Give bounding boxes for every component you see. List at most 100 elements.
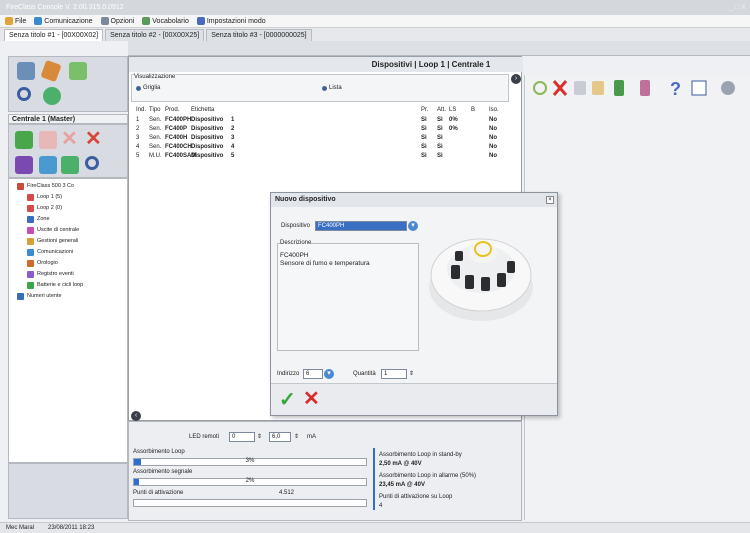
griglia-radio[interactable] <box>136 85 141 91</box>
tree-item[interactable]: Numeri utente <box>15 291 127 302</box>
delete-light-icon[interactable]: ✕ <box>61 129 79 149</box>
tree-item[interactable]: Batterie e cicli loop <box>15 280 127 291</box>
lista-option[interactable]: Lista <box>322 85 342 91</box>
paste-icon[interactable] <box>592 81 604 95</box>
communication-icon <box>34 17 43 25</box>
tree-item[interactable]: Uscite di centrale <box>15 225 127 236</box>
dialog-close-button[interactable]: × <box>546 196 554 204</box>
table-row[interactable]: 1 Sen. FC400PH Dispositivo 1 Sì Sì 0% No <box>131 117 511 126</box>
device-up-icon[interactable] <box>614 80 624 96</box>
document-tabs: Senza titolo #1 - [00X00X02] Senza titol… <box>0 28 750 41</box>
menu-file-label: File <box>15 17 27 25</box>
table-cell: 4 <box>136 144 140 150</box>
help-icon[interactable]: ? <box>670 79 681 99</box>
led-stepper-arrows-icon[interactable]: ⇕ <box>257 433 262 440</box>
close-icon[interactable] <box>552 80 568 96</box>
tree-item[interactable]: Comunicazioni <box>15 247 127 258</box>
grid-header-cell[interactable]: Pr. <box>421 107 428 113</box>
nuovo-dispositivo-dialog: Nuovo dispositivo × Dispositivo FC400PH … <box>270 192 558 416</box>
menu-opzioni[interactable]: Opzioni <box>100 17 134 25</box>
quantita-arrows-icon[interactable]: ⇕ <box>409 370 414 377</box>
tools-icon[interactable] <box>15 156 33 174</box>
tree-item[interactable]: Loop 1 (5) <box>15 192 127 203</box>
grid-header-cell[interactable]: Prod. <box>165 107 179 113</box>
tree-item[interactable]: Gestioni generali <box>15 236 127 247</box>
grid-header-cell[interactable]: B <box>471 107 475 113</box>
tree-item[interactable]: Loop 2 (0) <box>15 203 127 214</box>
tree-item[interactable]: FireClass 500 3 Co <box>15 181 127 192</box>
punti-loop-label: Punti di attivazione su Loop <box>379 494 453 500</box>
settings-wheel-icon[interactable] <box>721 81 735 95</box>
edit-icon[interactable] <box>40 59 62 83</box>
device-down-icon[interactable] <box>640 80 650 96</box>
status-datetime: 23/08/2011 18:23 <box>48 525 95 531</box>
grid-header-cell[interactable]: LS <box>449 107 456 113</box>
table-cell: No <box>489 126 497 132</box>
tree-item-icon <box>27 238 34 245</box>
tree-item-icon <box>17 293 24 300</box>
grid-header-cell[interactable]: Ind. <box>136 107 146 113</box>
lista-radio[interactable] <box>322 85 327 91</box>
copy-disabled-icon[interactable] <box>574 81 586 95</box>
device-image <box>429 238 533 321</box>
download-icon[interactable] <box>61 156 79 174</box>
quantita-stepper[interactable]: 1 <box>381 369 407 379</box>
dispositivo-dropdown-icon[interactable]: ▾ <box>408 221 418 231</box>
window-controls[interactable]: _ □ X <box>729 0 746 15</box>
add-device-icon[interactable] <box>15 131 33 149</box>
list-icon[interactable] <box>691 80 707 96</box>
tab-document-2[interactable]: Senza titolo #2 - [00X00X25] <box>105 29 205 41</box>
led-remoti-stepper[interactable]: 0 <box>229 432 255 442</box>
allarme-label: Assorbimento Loop in allarme (50%) <box>379 473 477 479</box>
left-toolbar-bottom: ✕ ✕ <box>8 124 128 178</box>
table-cell: Dispositivo <box>191 144 224 150</box>
expand-bottom-icon[interactable]: ‹ <box>131 411 141 421</box>
table-cell: FC400CH <box>165 144 192 150</box>
collapse-right-icon[interactable]: › <box>511 74 521 84</box>
upload-icon[interactable] <box>39 156 57 174</box>
tree-item[interactable]: Registro eventi <box>15 269 127 280</box>
indirizzo-input[interactable]: 6 <box>303 369 323 379</box>
table-row[interactable]: 2 Sen. FC400P Dispositivo 2 Sì Sì 0% No <box>131 126 511 135</box>
menu-comunicazione-label: Comunicazione <box>44 17 93 25</box>
menu-vocabolario[interactable]: Vocabolario <box>142 17 189 25</box>
tree-item-label: Uscite di centrale <box>37 227 80 233</box>
tab-document-1[interactable]: Senza titolo #1 - [00X00X02] <box>4 29 104 41</box>
confirm-button[interactable]: ✓ <box>279 387 296 412</box>
confirm-icon[interactable] <box>533 81 547 95</box>
table-row[interactable]: 3 Sen. FC400H Dispositivo 3 Sì Sì No <box>131 135 511 144</box>
tree-item[interactable]: Zone <box>15 214 127 225</box>
table-cell: No <box>489 117 497 123</box>
griglia-option[interactable]: Griglia <box>136 85 160 91</box>
refresh-icon[interactable] <box>43 87 61 105</box>
table-cell: Sen. <box>149 135 162 141</box>
left-bottom-panel <box>8 463 128 519</box>
find-icon[interactable] <box>85 156 99 170</box>
table-row[interactable]: 5 M.U. FC400SAM Dispositivo 5 Sì Sì No <box>131 153 511 162</box>
dispositivo-select[interactable]: FC400PH <box>315 221 407 231</box>
tree-item-icon <box>17 183 24 190</box>
menu-vocabolario-label: Vocabolario <box>152 17 189 25</box>
ma-stepper[interactable]: 6,0 <box>269 432 291 442</box>
indirizzo-dropdown-icon[interactable]: ▾ <box>324 369 334 379</box>
delete-icon[interactable]: ✕ <box>85 129 103 149</box>
search-icon[interactable] <box>17 87 31 101</box>
table-row[interactable]: 4 Sen. FC400CH Dispositivo 4 Sì Sì No <box>131 144 511 153</box>
menu-file[interactable]: File <box>5 17 26 25</box>
grid-header-cell[interactable]: Iso. <box>489 107 499 113</box>
tab-document-3[interactable]: Senza titolo #3 - [0000000025] <box>206 29 312 41</box>
tree-item[interactable]: Orologio <box>15 258 127 269</box>
ma-stepper-arrows-icon[interactable]: ⇕ <box>294 433 299 440</box>
assorbimento-segnale-label: Assorbimento segnale <box>133 469 193 475</box>
open-panel-icon[interactable] <box>17 62 35 80</box>
tree-item-label: Numeri utente <box>27 293 62 299</box>
grid-header-cell[interactable]: Tipo <box>149 107 160 113</box>
grid-header-cell[interactable]: Etichetta <box>191 107 214 113</box>
copy-icon[interactable] <box>39 131 57 149</box>
menu-comunicazione[interactable]: Comunicazione <box>34 17 93 25</box>
grid-header-cell[interactable]: Att. <box>437 107 446 113</box>
right-toolbar-icons: ? <box>533 79 735 99</box>
document-icon[interactable] <box>69 62 87 80</box>
menu-impostazioni[interactable]: Impostazioni modo <box>196 17 266 25</box>
cancel-button[interactable]: ✕ <box>303 386 320 411</box>
